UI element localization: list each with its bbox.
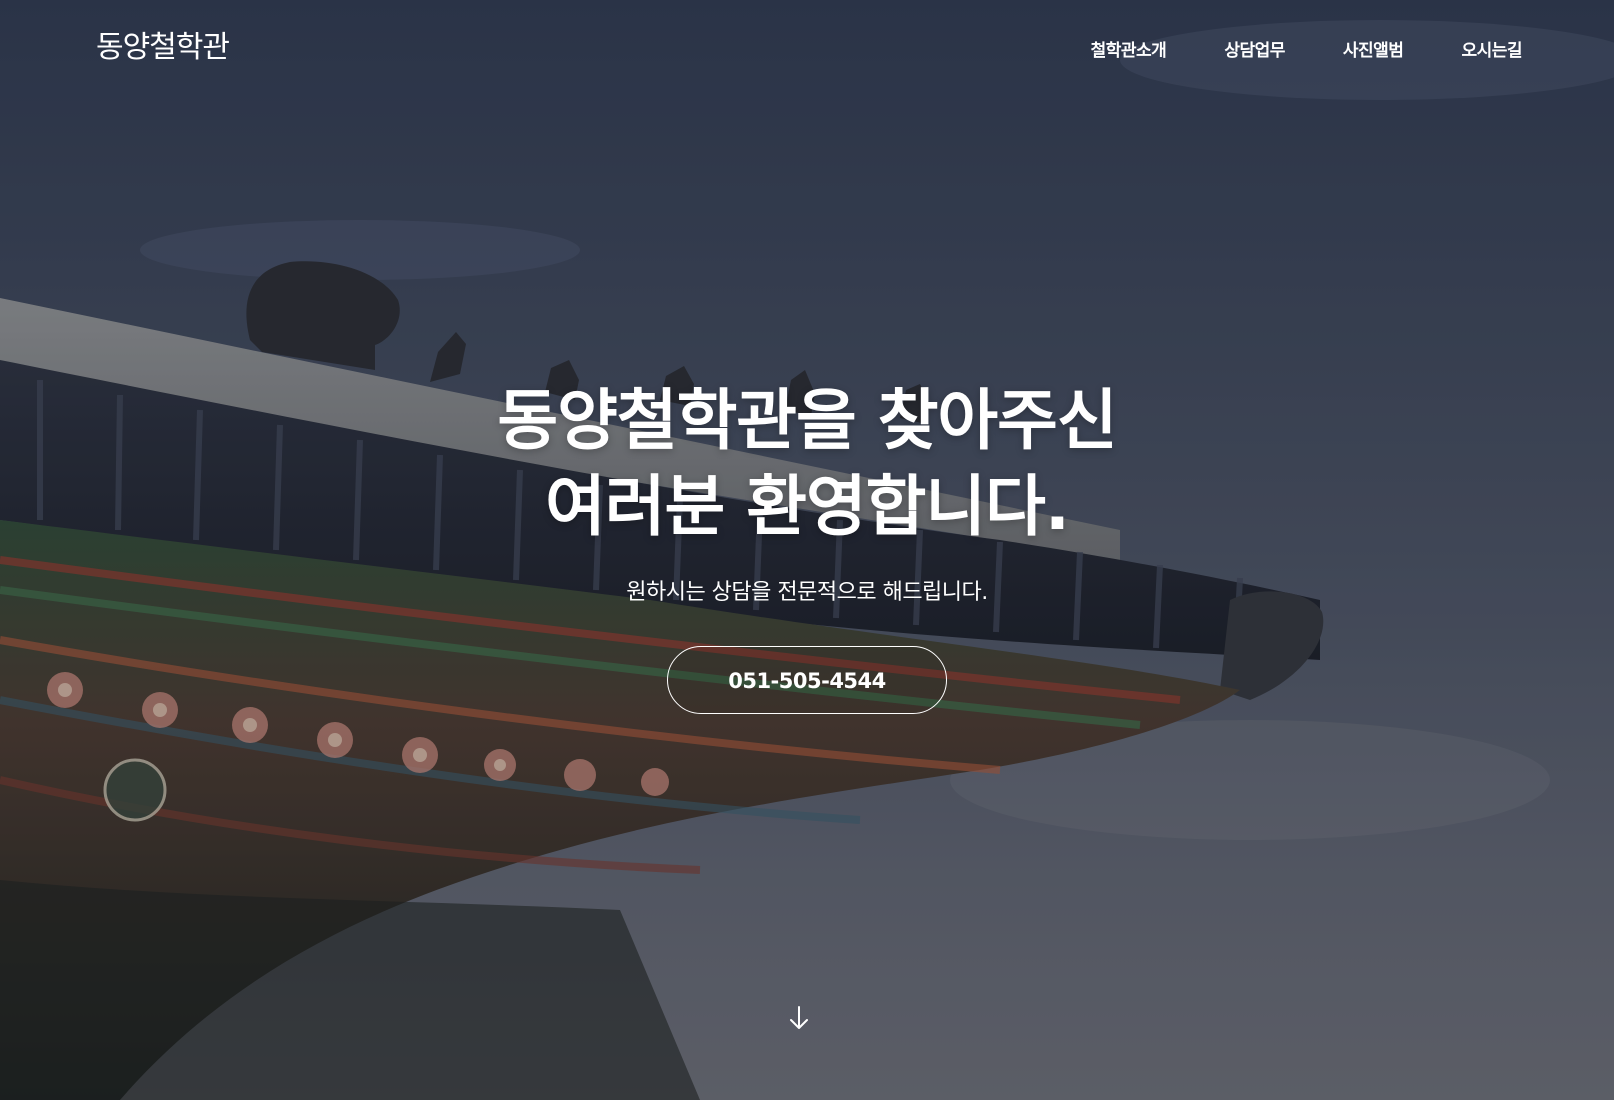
hero-title-line-2: 여러분 환영합니다. [545, 468, 1070, 545]
hero-content: 동양철학관을 찾아주신 여러분 환영합니다. 원하시는 상담을 전문적으로 해드… [0, 378, 1614, 714]
site-logo[interactable]: 동양철학관 [96, 22, 230, 66]
hero-title-line-1: 동양철학관을 찾아주신 [497, 382, 1117, 459]
arrow-down-icon[interactable] [784, 1003, 814, 1033]
site-header: 동양철학관 철학관소개 상담업무 사진앨범 오시는길 [0, 0, 1614, 90]
nav-item-gallery[interactable]: 사진앨범 [1343, 36, 1404, 61]
nav-item-about[interactable]: 철학관소개 [1091, 36, 1167, 61]
phone-call-button[interactable]: 051-505-4544 [667, 646, 947, 714]
nav-item-location[interactable]: 오시는길 [1461, 36, 1522, 61]
hero-title: 동양철학관을 찾아주신 여러분 환영합니다. [0, 378, 1614, 550]
hero-subtitle: 원하시는 상담을 전문적으로 해드립니다. [626, 580, 988, 605]
main-nav: 철학관소개 상담업무 사진앨범 오시는길 [1033, 36, 1523, 61]
nav-item-services[interactable]: 상담업무 [1224, 36, 1285, 61]
